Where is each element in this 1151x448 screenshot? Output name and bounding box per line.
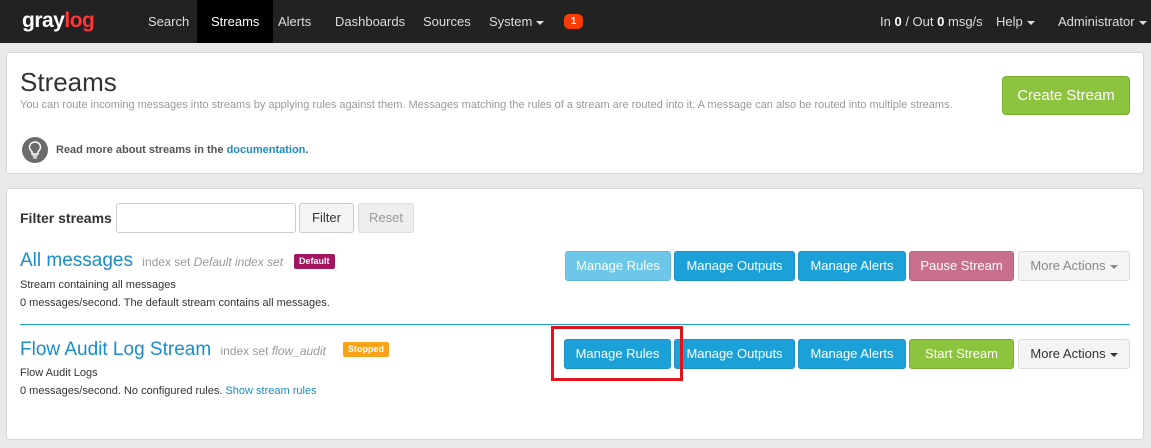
doc-hint-suffix: . xyxy=(305,144,309,156)
stream-title-link[interactable]: Flow Audit Log Stream xyxy=(20,339,211,360)
stream-description: Flow Audit Logs xyxy=(20,367,98,379)
stream-divider xyxy=(20,324,1130,325)
nav-user-label: Administrator xyxy=(1058,14,1135,29)
manage-alerts-button[interactable]: Manage Alerts xyxy=(798,251,906,281)
stream-status-text: 0 messages/second. No configured rules. xyxy=(20,385,223,397)
start-stream-button[interactable]: Start Stream xyxy=(909,339,1014,369)
throughput-out-label: / Out xyxy=(905,14,934,29)
throughput-in-label: In xyxy=(880,14,891,29)
manage-alerts-button[interactable]: Manage Alerts xyxy=(798,339,906,369)
caret-down-icon xyxy=(1138,20,1147,25)
graylog-logo[interactable]: graylog xyxy=(22,9,95,33)
documentation-hint: Read more about streams in the documenta… xyxy=(56,144,308,156)
logo-text-log: log xyxy=(64,9,95,32)
nav-user-menu[interactable]: Administrator xyxy=(1044,0,1151,43)
nav-sources[interactable]: Sources xyxy=(409,0,485,43)
filter-streams-input[interactable] xyxy=(116,203,296,233)
caret-down-icon xyxy=(1026,20,1035,25)
stream-title-flow-audit: Flow Audit Log Stream index set flow_aud… xyxy=(20,339,326,361)
caret-down-icon xyxy=(536,20,545,25)
throughput-indicator: In 0 / Out 0 msg/s xyxy=(866,0,997,43)
throughput-out-value: 0 xyxy=(937,14,945,29)
stopped-badge: Stopped xyxy=(343,342,389,357)
create-stream-button[interactable]: Create Stream xyxy=(1002,76,1130,115)
nav-help-label: Help xyxy=(996,14,1023,29)
stream-title-all-messages: All messages index set Default index set xyxy=(20,250,283,272)
highlight-annotation-box xyxy=(551,326,683,381)
nav-dashboards[interactable]: Dashboards xyxy=(321,0,419,43)
stream-index-set: index set flow_audit xyxy=(220,344,325,358)
stream-index-set: index set Default index set xyxy=(142,255,283,269)
notification-badge[interactable]: 1 xyxy=(564,14,583,29)
stream-list-panel: Filter streams Filter Reset All messages… xyxy=(6,188,1144,440)
page-title: Streams xyxy=(20,67,117,97)
filter-streams-label: Filter streams xyxy=(20,210,112,226)
index-set-label: index set xyxy=(220,344,269,358)
logo-text-gray: gray xyxy=(22,9,65,32)
reset-button[interactable]: Reset xyxy=(358,203,414,233)
index-set-label: index set xyxy=(142,255,191,269)
documentation-link[interactable]: documentation xyxy=(227,144,306,156)
show-stream-rules-link[interactable]: Show stream rules xyxy=(225,385,316,397)
nav-system-label: System xyxy=(489,14,533,29)
more-actions-dropdown[interactable]: More Actions xyxy=(1018,339,1130,369)
throughput-in-value: 0 xyxy=(894,14,902,29)
nav-help[interactable]: Help xyxy=(982,0,1049,43)
nav-alerts[interactable]: Alerts xyxy=(264,0,325,43)
more-actions-dropdown[interactable]: More Actions xyxy=(1018,251,1130,281)
stream-status-line: 0 messages/second. The default stream co… xyxy=(20,297,330,309)
manage-rules-button[interactable]: Manage Rules xyxy=(565,251,671,281)
stream-title-link[interactable]: All messages xyxy=(20,250,133,271)
index-set-name: Default index set xyxy=(193,255,284,269)
doc-hint-text: Read more about streams in the xyxy=(56,144,224,156)
stream-description: Stream containing all messages xyxy=(20,279,176,291)
more-actions-label: More Actions xyxy=(1030,346,1106,361)
filter-button[interactable]: Filter xyxy=(299,203,354,233)
top-navbar: graylog Search Streams Alerts Dashboards… xyxy=(0,0,1151,43)
manage-outputs-button[interactable]: Manage Outputs xyxy=(674,251,795,281)
page-description: You can route incoming messages into str… xyxy=(20,99,953,111)
default-badge: Default xyxy=(294,254,335,269)
page-header-panel: Streams You can route incoming messages … xyxy=(6,52,1144,174)
pause-stream-button[interactable]: Pause Stream xyxy=(909,251,1014,281)
nav-streams[interactable]: Streams xyxy=(197,0,274,43)
lightbulb-icon xyxy=(22,137,48,163)
nav-search[interactable]: Search xyxy=(134,0,203,43)
nav-system[interactable]: System xyxy=(475,0,558,43)
caret-down-icon xyxy=(1109,264,1118,269)
index-set-name: flow_audit xyxy=(271,344,326,358)
manage-outputs-button[interactable]: Manage Outputs xyxy=(674,339,795,369)
throughput-unit: msg/s xyxy=(948,14,983,29)
more-actions-label: More Actions xyxy=(1030,258,1106,273)
stream-status-line: 0 messages/second. No configured rules. … xyxy=(20,385,317,397)
caret-down-icon xyxy=(1109,352,1118,357)
